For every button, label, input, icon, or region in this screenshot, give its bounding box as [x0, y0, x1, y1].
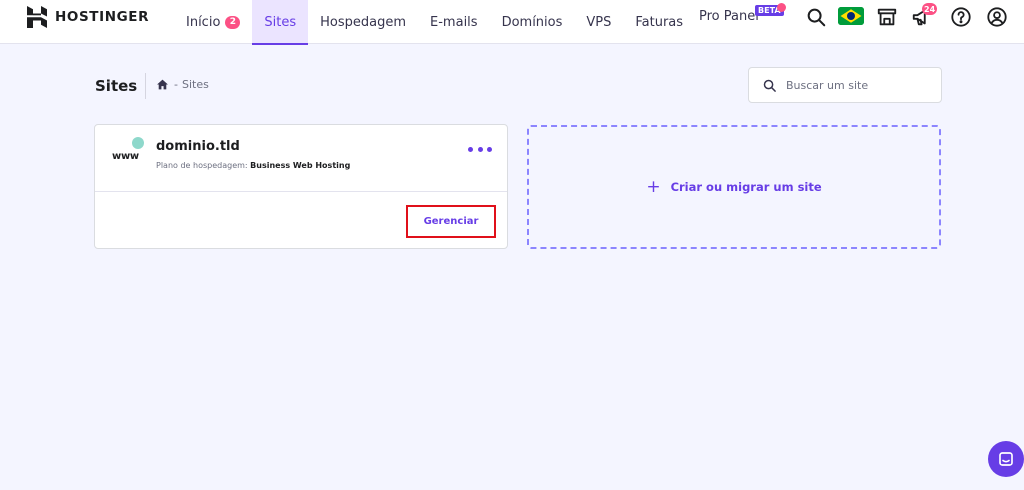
site-domain[interactable]: dominio.tld — [156, 139, 240, 154]
nav-item-label: Domínios — [501, 14, 563, 30]
www-label: www — [112, 151, 139, 162]
nav-item-label: E-mails — [430, 14, 478, 30]
account-icon[interactable] — [985, 5, 1009, 29]
brand-name: HOSTINGER — [55, 9, 150, 25]
nav-item-sites[interactable]: Sites — [252, 0, 309, 45]
nav-item-label: Sites — [264, 14, 297, 30]
inicio-count-badge: 2 — [225, 15, 241, 29]
help-icon[interactable] — [949, 5, 973, 29]
nav-item-hospedagem[interactable]: Hospedagem — [308, 0, 418, 44]
chat-icon — [999, 452, 1013, 466]
breadcrumb: - Sites — [156, 78, 209, 91]
nav-item-vps[interactable]: VPS — [574, 0, 623, 44]
manage-button[interactable]: Gerenciar — [406, 205, 496, 238]
nav-item-emails[interactable]: E-mails — [418, 0, 490, 44]
more-options-icon[interactable] — [468, 142, 492, 156]
beta-indicator-dot — [777, 3, 786, 12]
search-icon — [763, 79, 776, 92]
breadcrumb-separator: - — [174, 78, 178, 91]
plus-icon: + — [646, 176, 661, 197]
site-card-header: www dominio.tld Plano de hospedagem: Bus… — [95, 125, 507, 192]
title-divider — [145, 73, 146, 99]
site-search-box — [748, 67, 942, 103]
website-icon: www — [112, 137, 146, 167]
plan-name: Business Web Hosting — [250, 161, 351, 170]
plan-label: Plano de hospedagem: — [156, 161, 248, 170]
pro-panel-link[interactable]: Pro Panel — [699, 9, 759, 24]
chat-launcher-button[interactable] — [988, 441, 1024, 477]
home-icon[interactable] — [156, 78, 169, 91]
search-icon[interactable] — [804, 5, 828, 29]
nav-item-faturas[interactable]: Faturas — [623, 0, 695, 44]
main-nav: Início 2 Sites Hospedagem E-mails Domíni… — [174, 0, 695, 45]
nav-item-label: Início — [186, 14, 221, 30]
nav-item-dominios[interactable]: Domínios — [490, 0, 575, 44]
breadcrumb-current: Sites — [181, 78, 209, 91]
page-title: Sites — [95, 77, 138, 95]
notifications-count-badge: 24 — [922, 3, 938, 15]
top-navigation-bar: HOSTINGER Início 2 Sites Hospedagem E-ma… — [0, 0, 1024, 45]
nav-item-label: Faturas — [635, 14, 684, 30]
hostinger-logo-icon — [27, 6, 47, 28]
create-site-content: + Criar ou migrar um site — [646, 176, 822, 197]
nav-item-label: Hospedagem — [320, 14, 407, 30]
create-site-label: Criar ou migrar um site — [670, 180, 822, 194]
site-status-dot — [132, 137, 144, 149]
nav-item-inicio[interactable]: Início 2 — [174, 0, 252, 44]
hostinger-logo[interactable]: HOSTINGER — [27, 6, 149, 28]
flag-brazil-icon[interactable] — [838, 7, 864, 25]
nav-item-label: VPS — [586, 14, 612, 30]
store-icon[interactable] — [875, 5, 899, 29]
site-plan: Plano de hospedagem: Business Web Hostin… — [156, 161, 350, 170]
search-input[interactable] — [786, 78, 936, 92]
site-card: www dominio.tld Plano de hospedagem: Bus… — [94, 124, 508, 249]
create-site-card[interactable]: + Criar ou migrar um site — [527, 125, 941, 249]
